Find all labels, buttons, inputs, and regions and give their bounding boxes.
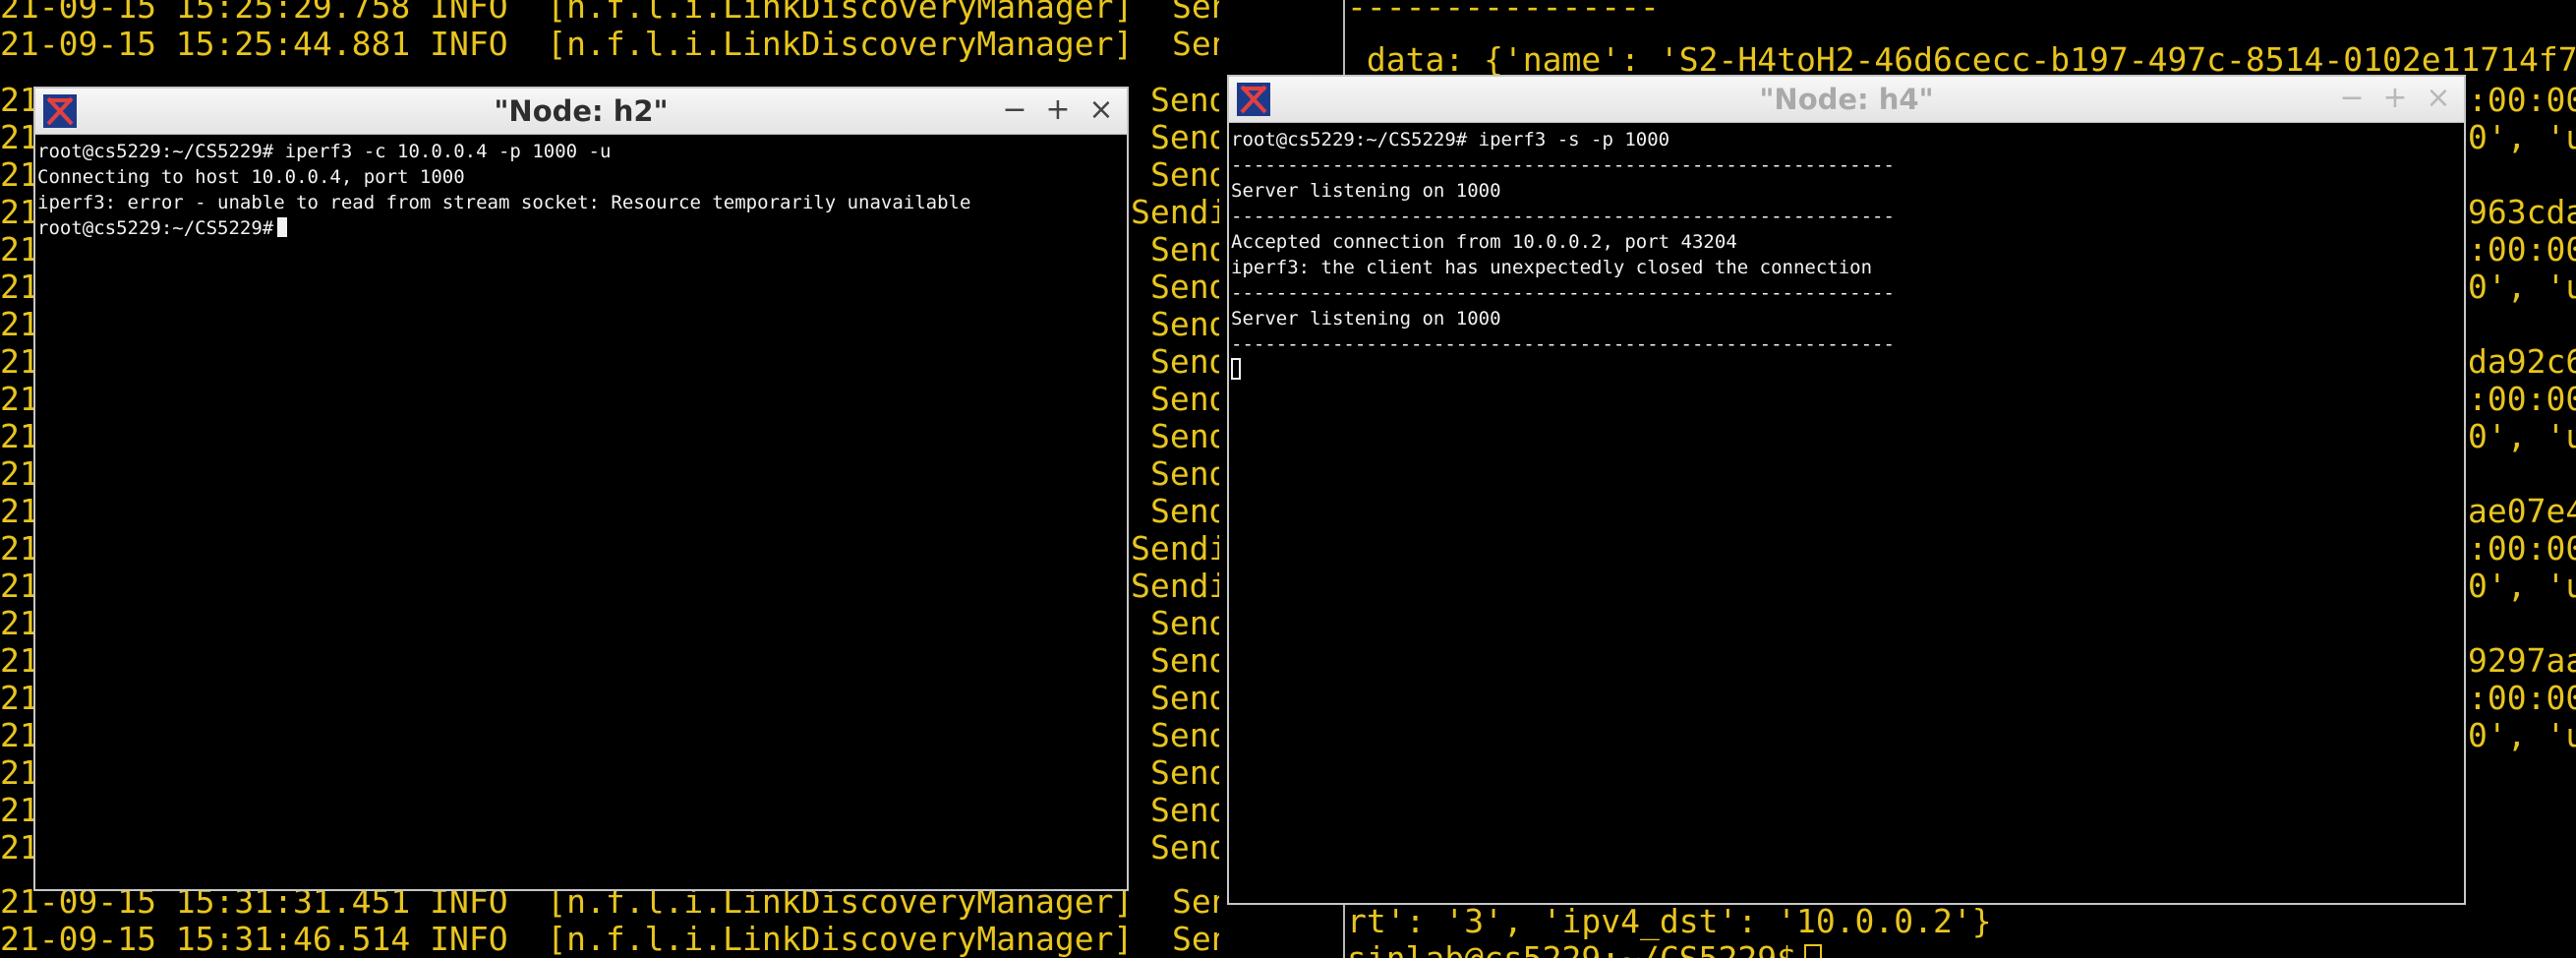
log-line-fragment: Send: [1150, 679, 1219, 717]
minimize-button[interactable]: −: [999, 92, 1030, 127]
output-line-fragment: :00:00: [2468, 529, 2576, 568]
log-line-fragment: Send: [1150, 155, 1219, 194]
terminal-line: ----------------------------------------…: [1231, 333, 1895, 355]
output-line-fragment: :00:00: [2468, 81, 2576, 119]
terminal-line: iperf3: error - unable to read from stre…: [37, 192, 971, 213]
output-line-fragment: 0', 'u: [2468, 567, 2576, 605]
terminal-line: root@cs5229:~/CS5229# iperf3 -s -p 1000: [1231, 129, 1670, 150]
log-line-fragment: Send: [1150, 268, 1219, 306]
output-line-fragment: da92c6: [2468, 342, 2576, 381]
window-titlebar[interactable]: "Node: h4" − + ×: [1229, 77, 2464, 123]
log-line-fragment: Send: [1150, 641, 1219, 680]
output-line: ----------------: [1347, 0, 1660, 26]
output-line-fragment: :00:00: [2468, 380, 2576, 418]
text-cursor: [1231, 358, 1241, 380]
minimize-button[interactable]: −: [2336, 81, 2368, 115]
log-line: 21-09-15 15:31:46.514 INFO [n.f.l.i.Link…: [0, 920, 1219, 958]
output-line-fragment: 0', 'u: [2468, 716, 2576, 754]
terminal-line: ----------------------------------------…: [1231, 206, 1895, 227]
terminal-line: Accepted connection from 10.0.0.2, port …: [1231, 231, 1737, 253]
output-line: data: {'name': 'S2-H4toH2-46d6cecc-b197-…: [1347, 40, 2576, 79]
log-line-fragment: Send: [1150, 604, 1219, 642]
output-line-fragment: 963cda: [2468, 193, 2576, 231]
log-line-fragment: Sendi: [1131, 567, 1219, 605]
terminal-line: Connecting to host 10.0.0.4, port 1000: [37, 166, 465, 188]
log-line-fragment: Send: [1150, 716, 1219, 754]
terminal-content[interactable]: root@cs5229:~/CS5229# iperf3 -c 10.0.0.4…: [35, 135, 1127, 889]
terminal-line: iperf3: the client has unexpectedly clos…: [1231, 257, 1873, 278]
output-line-fragment: 0', 'u: [2468, 118, 2576, 156]
terminal-line: ----------------------------------------…: [1231, 282, 1895, 304]
text-cursor: [1803, 944, 1822, 958]
log-line-fragment: Send: [1150, 454, 1219, 493]
log-line-fragment: Send: [1150, 118, 1219, 156]
maximize-button[interactable]: +: [2379, 81, 2411, 115]
log-line-fragment: Send: [1150, 791, 1219, 829]
log-line-fragment: Send: [1150, 305, 1219, 343]
maximize-button[interactable]: +: [1042, 92, 1074, 127]
shell-prompt: sinlab@cs5229:~/CS5229$: [1347, 940, 1822, 958]
log-line-fragment: Sendi: [1131, 529, 1219, 568]
log-line-fragment: Send: [1150, 492, 1219, 530]
terminal-content[interactable]: root@cs5229:~/CS5229# iperf3 -s -p 1000 …: [1229, 123, 2464, 903]
window-title: "Node: h2": [494, 94, 669, 128]
log-line-fragment: Send: [1150, 417, 1219, 455]
text-cursor: [277, 217, 288, 237]
output-line-fragment: 9297aa: [2468, 641, 2576, 680]
log-line-fragment: Send: [1150, 230, 1219, 269]
log-line-fragment: Send: [1150, 828, 1219, 867]
log-line-fragment: Send: [1150, 753, 1219, 792]
close-button[interactable]: ×: [1085, 92, 1117, 127]
log-line-fragment: Send: [1150, 81, 1219, 119]
terminal-line: ----------------------------------------…: [1231, 154, 1895, 176]
log-line-fragment: Send: [1150, 342, 1219, 381]
output-line-fragment: ae07e4: [2468, 492, 2576, 530]
window-title: "Node: h4": [1759, 83, 1934, 116]
output-line-fragment: 0', 'u: [2468, 417, 2576, 455]
window-titlebar[interactable]: "Node: h2" − + ×: [35, 89, 1127, 135]
close-button[interactable]: ×: [2423, 81, 2454, 115]
log-line: 21-09-15 15:25:44.881 INFO [n.f.l.i.Link…: [0, 25, 1219, 63]
output-line-fragment: 0', 'u: [2468, 268, 2576, 306]
terminal-prompt: root@cs5229:~/CS5229#: [37, 215, 1127, 241]
terminal-prompt: [1231, 357, 2464, 383]
terminal-line: root@cs5229:~/CS5229# iperf3 -c 10.0.0.4…: [37, 141, 612, 162]
output-line-fragment: :00:00: [2468, 230, 2576, 269]
log-line: 21-09-15 15:25:29.758 INFO [n.f.l.i.Link…: [0, 0, 1219, 26]
output-line-fragment: :00:00: [2468, 679, 2576, 717]
terminal-line: Server listening on 1000: [1231, 180, 1501, 202]
xterm-window-h2[interactable]: "Node: h2" − + × root@cs5229:~/CS5229# i…: [33, 87, 1129, 891]
output-line: rt': '3', 'ipv4_dst': '10.0.0.2'}: [1347, 902, 1992, 940]
log-line-fragment: Sendi: [1131, 193, 1219, 231]
terminal-line: Server listening on 1000: [1231, 308, 1501, 329]
log-line-fragment: Send: [1150, 380, 1219, 418]
xterm-window-h4[interactable]: "Node: h4" − + × root@cs5229:~/CS5229# i…: [1227, 75, 2466, 905]
